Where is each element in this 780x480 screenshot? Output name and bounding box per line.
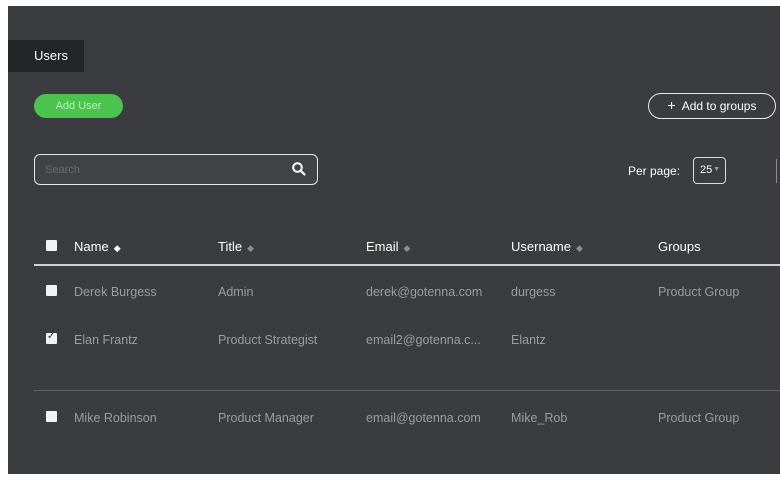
row-checkbox[interactable]: [46, 411, 57, 422]
per-page-label: Per page:: [628, 164, 681, 178]
table-row[interactable]: Derek Burgess Admin derek@gotenna.com du…: [8, 271, 780, 315]
table-row[interactable]: Mike Robinson Product Manager email@gote…: [8, 397, 780, 441]
add-user-button[interactable]: Add User: [34, 94, 123, 118]
per-page-select[interactable]: 25 ▼: [693, 157, 726, 184]
cell-title: Product Manager: [218, 411, 314, 425]
chevron-down-icon: ▼: [713, 166, 720, 173]
column-header-name[interactable]: Name ◆: [74, 239, 121, 254]
column-header-label: Name: [74, 239, 109, 254]
column-header-label: Groups: [658, 239, 701, 254]
cell-email: email@gotenna.com: [366, 411, 481, 425]
row-checkbox[interactable]: [46, 331, 57, 344]
add-to-groups-button[interactable]: + Add to groups: [648, 93, 776, 119]
table-header: Name ◆ Title ◆ Email ◆ Username ◆ Groups: [8, 228, 780, 264]
users-panel: Users Add User +Add to groups Per page: …: [8, 6, 780, 474]
cell-name: Derek Burgess: [74, 285, 157, 299]
cell-username: durgess: [511, 285, 556, 299]
column-header-groups: Groups: [658, 239, 701, 254]
cell-username: Elantz: [511, 333, 546, 347]
table-row[interactable]: Elan Frantz Product Strategist email2@go…: [8, 319, 780, 363]
cell-groups: Product Group: [658, 411, 740, 425]
column-header-label: Email: [366, 239, 399, 254]
cell-title: Product Strategist: [218, 333, 318, 347]
column-header-label: Username: [511, 239, 571, 254]
column-header-title[interactable]: Title ◆: [218, 239, 254, 254]
cropped-control-edge: [776, 159, 780, 183]
sort-icon: ◆: [113, 243, 121, 253]
header-divider: [34, 264, 780, 266]
plus-icon: +: [667, 97, 676, 113]
sort-icon: ◆: [575, 243, 583, 253]
sort-icon: ◆: [403, 243, 411, 253]
row-divider: [34, 390, 780, 391]
cell-title: Admin: [218, 285, 254, 299]
search-icon[interactable]: [291, 161, 307, 177]
cell-name: Mike Robinson: [74, 411, 157, 425]
add-to-groups-label: Add to groups: [681, 99, 757, 113]
cell-groups: Product Group: [658, 285, 740, 299]
column-header-email[interactable]: Email ◆: [366, 239, 410, 254]
tab-users[interactable]: Users: [8, 40, 84, 72]
per-page-value: 25: [700, 164, 713, 176]
select-all-checkbox[interactable]: [46, 240, 57, 251]
row-checkbox[interactable]: [46, 285, 57, 296]
cell-email: derek@gotenna.com: [366, 285, 483, 299]
search-box: [34, 154, 318, 185]
cell-username: Mike_Rob: [511, 411, 568, 425]
column-header-label: Title: [218, 239, 243, 254]
cell-name: Elan Frantz: [74, 333, 138, 347]
column-header-username[interactable]: Username ◆: [511, 239, 583, 254]
sort-icon: ◆: [247, 243, 254, 253]
cell-email: email2@gotenna.c...: [366, 333, 481, 347]
search-input[interactable]: [43, 159, 287, 181]
